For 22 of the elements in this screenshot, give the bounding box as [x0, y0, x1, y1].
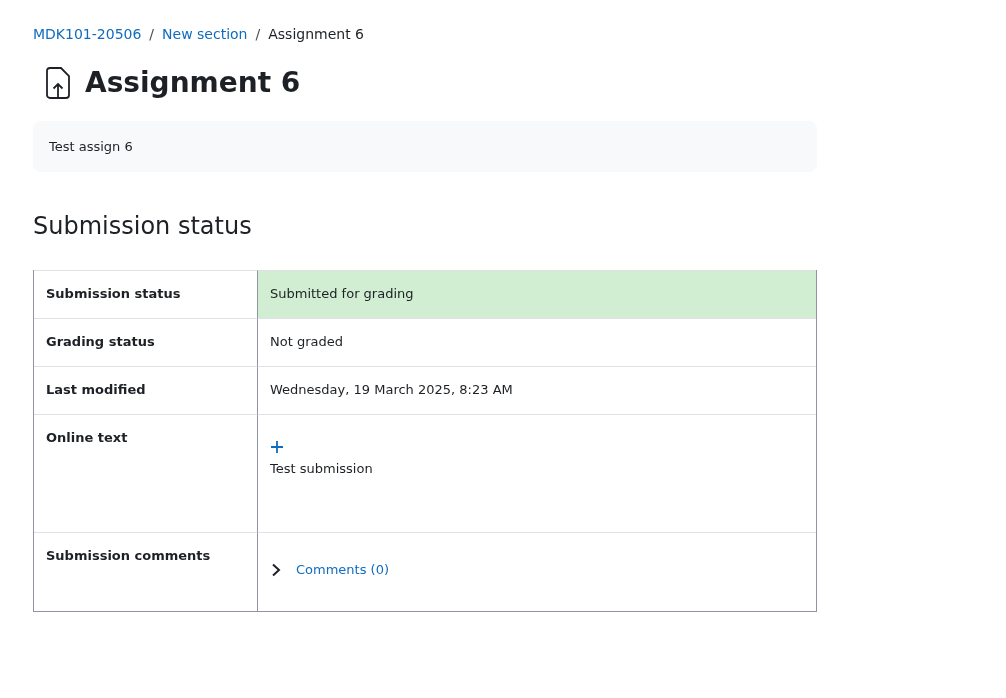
expand-toggle[interactable] [270, 562, 282, 577]
chevron-icon [270, 562, 282, 577]
breadcrumb-separator: / [149, 26, 155, 42]
breadcrumb-current: Assignment 6 [268, 26, 364, 42]
comments-link[interactable]: Comments (0) [296, 562, 389, 577]
row-label: Online text [34, 414, 258, 532]
breadcrumb-link[interactable]: MDK101-20506 [33, 26, 142, 42]
row-label: Last modified [34, 366, 258, 414]
row-label: Submission comments [34, 532, 258, 611]
row-label: Grading status [34, 318, 258, 366]
submission-text: Test submission [270, 461, 373, 476]
breadcrumb-link[interactable]: New section [162, 26, 248, 42]
breadcrumb-separator: / [255, 26, 261, 42]
status-value: Submitted for grading [270, 286, 414, 301]
assignment-description: Test assign 6 [33, 121, 817, 172]
status-value: Wednesday, 19 March 2025, 8:23 AM [270, 382, 513, 397]
plus-icon [270, 440, 284, 454]
file-upload-icon [45, 66, 71, 99]
page-title: Assignment 6 [85, 66, 301, 99]
row-label: Submission status [34, 270, 258, 318]
status-value: Not graded [270, 334, 343, 349]
section-heading: Submission status [33, 212, 253, 240]
